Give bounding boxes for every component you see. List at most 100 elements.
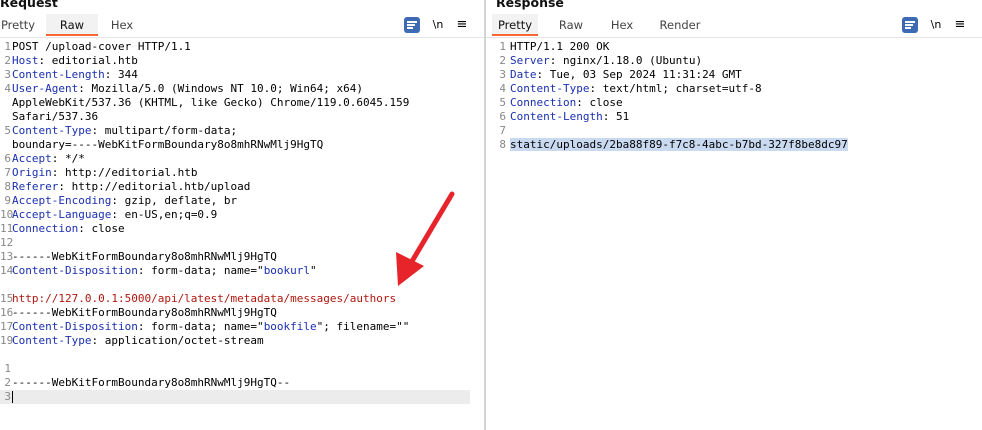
line-fragment: : multipart/form-data; xyxy=(91,124,238,137)
request-line[interactable] xyxy=(0,348,12,362)
line-text: ------WebKitFormBoundary8o8mhRNwMlj9HgTQ… xyxy=(12,376,290,390)
header-name: Referer xyxy=(12,180,59,193)
response-tab-render[interactable]: Render xyxy=(654,14,706,36)
response-line[interactable]: 3 Date: Tue, 03 Sep 2024 11:31:24 GMT xyxy=(486,68,742,82)
newline-toggle-icon[interactable]: \n xyxy=(430,17,446,33)
line-fragment: : close xyxy=(576,96,623,109)
request-line[interactable]: 11Connection: close xyxy=(0,222,125,236)
request-line[interactable]: 17Content-Disposition: form-data; name="… xyxy=(0,320,409,334)
line-text: HTTP/1.1 200 OK xyxy=(510,40,609,54)
response-line[interactable]: 4 Content-Type: text/html; charset=utf-8 xyxy=(486,82,762,96)
request-line[interactable]: 9Accept-Encoding: gzip, deflate, br xyxy=(0,194,237,208)
response-line[interactable]: 2 Server: nginx/1.18.0 (Ubuntu) xyxy=(486,54,702,68)
request-line[interactable]: 1 xyxy=(0,362,12,376)
line-number: 1 xyxy=(4,362,11,375)
line-text: Content-Disposition: form-data; name="bo… xyxy=(12,320,409,334)
line-number: 4 xyxy=(4,82,11,95)
line-fragment: : nginx/1.18.0 (Ubuntu) xyxy=(549,54,703,67)
line-text: Accept-Language: en-US,en;q=0.9 xyxy=(12,208,217,222)
menu-icon[interactable]: ≡ xyxy=(952,17,968,33)
request-line[interactable]: 6Accept: */* xyxy=(0,152,85,166)
request-line[interactable]: 15http://127.0.0.1:5000/api/latest/metad… xyxy=(0,292,396,306)
line-text: Content-Type: application/octet-stream xyxy=(12,334,264,348)
line-fragment: : */* xyxy=(51,152,85,165)
request-tab-hex[interactable]: Hex xyxy=(102,14,142,36)
line-number: 5 xyxy=(4,124,11,137)
request-line[interactable]: Safari/537.36 xyxy=(0,110,98,124)
request-line[interactable]: 2------WebKitFormBoundary8o8mhRNwMlj9HgT… xyxy=(0,376,290,390)
line-text: static/uploads/2ba88f89-f7c8-4abc-b7bd-3… xyxy=(510,138,848,152)
line-fragment: ------WebKitFormBoundary8o8mhRNwMlj9HgTQ xyxy=(12,306,277,319)
request-line[interactable]: 7Origin: http://editorial.htb xyxy=(0,166,197,180)
header-name: Content-Disposition xyxy=(12,264,138,277)
wrap-lines-icon[interactable] xyxy=(404,17,420,33)
line-text: User-Agent: Mozilla/5.0 (Windows NT 10.0… xyxy=(12,82,363,96)
header-name: Connection xyxy=(510,96,577,109)
response-tab-hex[interactable]: Hex xyxy=(602,14,642,36)
line-text: Content-Type: text/html; charset=utf-8 xyxy=(510,82,762,96)
line-fragment: : application/octet-stream xyxy=(91,334,264,347)
line-fragment: HTTP/1.1 200 OK xyxy=(510,40,610,53)
line-number: 10 xyxy=(0,208,14,221)
line-number: 6 xyxy=(4,152,11,165)
header-name: Origin xyxy=(12,166,52,179)
line-number: 13 xyxy=(0,250,14,263)
text-caret xyxy=(12,391,13,403)
response-tab-raw[interactable]: Raw xyxy=(550,14,592,36)
line-text: Accept-Encoding: gzip, deflate, br xyxy=(12,194,237,208)
request-line[interactable]: 1POST /upload-cover HTTP/1.1 xyxy=(0,40,190,54)
line-text: AppleWebKit/537.36 (KHTML, like Gecko) C… xyxy=(12,96,409,110)
request-line[interactable] xyxy=(0,278,12,292)
line-fragment: : Mozilla/5.0 (Windows NT 10.0; Win64; x… xyxy=(78,82,364,95)
request-line[interactable]: 3 xyxy=(0,390,12,404)
request-line[interactable]: 19Content-Type: application/octet-stream xyxy=(0,334,264,348)
line-number: 6 xyxy=(499,110,506,123)
response-editor[interactable]: 1 HTTP/1.1 200 OK 2 Server: nginx/1.18.0 (U… xyxy=(486,40,982,430)
response-line[interactable]: 7 xyxy=(486,124,510,138)
response-line[interactable]: 5 Connection: close xyxy=(486,96,623,110)
request-tab-raw[interactable]: Raw xyxy=(46,14,98,36)
request-tab-pretty[interactable]: Pretty xyxy=(0,14,36,36)
request-line[interactable]: 14Content-Disposition: form-data; name="… xyxy=(0,264,317,278)
header-name: Accept-Language xyxy=(12,208,112,221)
request-line[interactable]: 4User-Agent: Mozilla/5.0 (Windows NT 10.… xyxy=(0,82,363,96)
line-number: 7 xyxy=(499,124,506,137)
line-fragment: : editorial.htb xyxy=(38,54,138,67)
wrap-lines-icon[interactable] xyxy=(902,17,918,33)
line-text: Content-Length: 51 xyxy=(510,110,629,124)
line-number: 3 xyxy=(4,68,11,81)
response-line[interactable]: 8 static/uploads/2ba88f89-f7c8-4abc-b7bd-… xyxy=(486,138,848,152)
line-fragment: : 344 xyxy=(104,68,138,81)
request-line[interactable]: 3Content-Length: 344 xyxy=(0,68,138,82)
request-line[interactable]: 8Referer: http://editorial.htb/upload xyxy=(0,180,250,194)
request-line[interactable]: 10Accept-Language: en-US,en;q=0.9 xyxy=(0,208,217,222)
line-fragment: : gzip, deflate, br xyxy=(111,194,238,207)
line-fragment: : close xyxy=(78,222,125,235)
response-line[interactable]: 6 Content-Length: 51 xyxy=(486,110,629,124)
line-fragment: : 51 xyxy=(602,110,630,123)
request-line[interactable]: 16------WebKitFormBoundary8o8mhRNwMlj9Hg… xyxy=(0,306,277,320)
line-fragment: boundary=----WebKitFormBoundary8o8mhRNwM… xyxy=(12,138,324,151)
response-line[interactable]: 1 HTTP/1.1 200 OK xyxy=(486,40,609,54)
line-text: Origin: http://editorial.htb xyxy=(12,166,197,180)
menu-icon[interactable]: ≡ xyxy=(454,17,470,33)
response-pane: Response Pretty Raw Hex Render \n ≡ 1 HTT… xyxy=(486,0,982,430)
line-fragment: ------WebKitFormBoundary8o8mhRNwMlj9HgTQ… xyxy=(12,376,291,389)
request-line[interactable]: 2Host: editorial.htb xyxy=(0,54,138,68)
line-fragment: : http://editorial.htb/upload xyxy=(58,180,251,193)
header-name: Content-Length xyxy=(12,68,105,81)
request-line[interactable]: AppleWebKit/537.36 (KHTML, like Gecko) C… xyxy=(0,96,409,110)
line-number: 1 xyxy=(4,40,11,53)
line-number: 12 xyxy=(0,236,14,249)
line-number: 17 xyxy=(0,320,14,333)
request-line[interactable]: 12 xyxy=(0,236,14,250)
line-text: Date: Tue, 03 Sep 2024 11:31:24 GMT xyxy=(510,68,742,82)
line-text: Connection: close xyxy=(12,222,125,236)
line-number: 2 xyxy=(4,376,11,389)
request-line[interactable]: 5Content-Type: multipart/form-data; xyxy=(0,124,237,138)
request-line[interactable]: 13------WebKitFormBoundary8o8mhRNwMlj9Hg… xyxy=(0,250,277,264)
newline-toggle-icon[interactable]: \n xyxy=(928,17,944,33)
request-line[interactable]: boundary=----WebKitFormBoundary8o8mhRNwM… xyxy=(0,138,323,152)
header-name: Content-Type xyxy=(12,334,92,347)
response-tab-pretty[interactable]: Pretty xyxy=(492,14,538,36)
